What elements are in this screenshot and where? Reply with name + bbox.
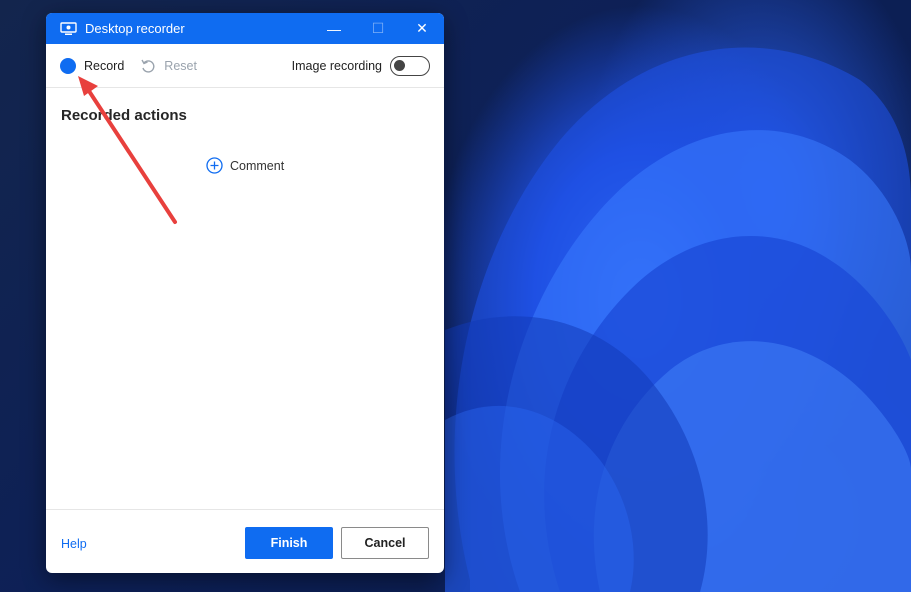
maximize-button[interactable]: ☐	[356, 13, 400, 44]
finish-button[interactable]: Finish	[245, 527, 333, 559]
recorder-toolbar: Record Reset Image recording	[46, 44, 444, 88]
record-icon	[60, 57, 76, 74]
monitor-icon	[60, 21, 77, 36]
add-comment-button[interactable]: Comment	[206, 157, 284, 174]
comment-label: Comment	[230, 158, 285, 173]
help-link[interactable]: Help	[61, 537, 87, 551]
add-circle-icon	[206, 157, 223, 174]
record-button[interactable]: Record	[60, 57, 125, 74]
cancel-button[interactable]: Cancel	[341, 527, 429, 559]
desktop-recorder-window: Desktop recorder — ☐ ✕ Record Reset Imag…	[46, 13, 444, 573]
close-button[interactable]: ✕	[400, 13, 444, 44]
title-bar: Desktop recorder — ☐ ✕	[46, 13, 444, 44]
minimize-button[interactable]: —	[312, 13, 356, 44]
image-recording-label: Image recording	[291, 58, 382, 73]
dialog-footer: Help Finish Cancel	[46, 509, 444, 573]
image-recording-toggle[interactable]	[390, 55, 430, 76]
undo-icon	[141, 59, 155, 73]
window-title: Desktop recorder	[85, 21, 185, 36]
reset-label: Reset	[164, 58, 197, 73]
section-title: Recorded actions	[61, 107, 187, 124]
toggle-knob	[394, 59, 405, 71]
reset-button[interactable]: Reset	[140, 58, 197, 74]
record-label: Record	[84, 58, 125, 73]
recorded-actions-panel: Recorded actions Comment	[46, 88, 444, 508]
